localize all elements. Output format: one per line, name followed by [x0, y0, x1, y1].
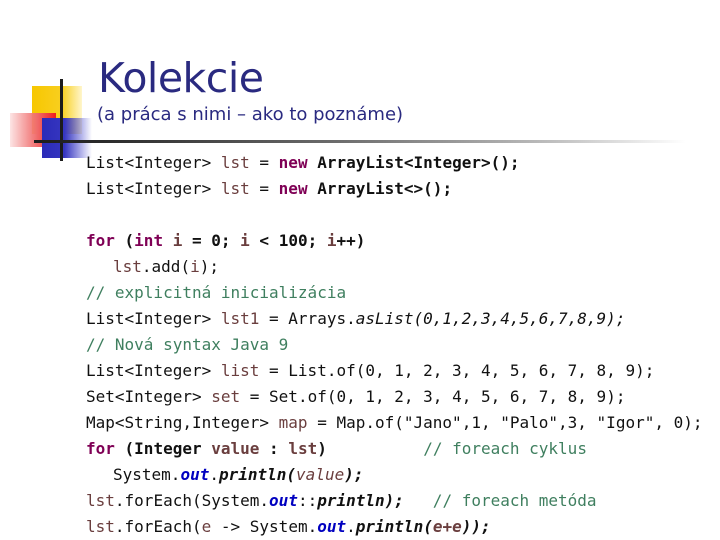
code-token: Set<Integer> — [86, 387, 212, 406]
code-line-2: List<Integer> lst = new ArrayList<>(); — [86, 176, 703, 202]
code-token: println( — [218, 465, 297, 484]
code-token: = Set.of(0, 1, 2, 3, 4, 5, 6, 7, 8, 9); — [240, 387, 626, 406]
code-comment: // foreach metóda — [403, 491, 597, 510]
code-comment: // foreach cyklus — [326, 439, 587, 458]
code-token: ) — [317, 439, 327, 458]
code-token: e — [201, 517, 212, 536]
code-block: List<Integer> lst = new ArrayList<Intege… — [86, 150, 703, 540]
code-token: println( — [355, 517, 433, 536]
code-token: = Map.of("Jano",1, "Palo",3, "Igor", 0); — [307, 413, 703, 432]
code-token: .add( — [141, 257, 191, 276]
code-token: println); — [317, 491, 404, 510]
code-line-13: lst.forEach(System.out::println); // for… — [86, 488, 703, 514]
code-token: ArrayList<>(); — [307, 179, 453, 198]
code-line-5: // explicitná inicializácia — [86, 280, 703, 306]
code-token: ++) — [336, 231, 366, 250]
code-token: int — [134, 231, 164, 250]
code-line-14: lst.forEach(e -> System.out.println(e+e)… — [86, 514, 703, 540]
code-token: lst — [220, 179, 250, 198]
code-token: (Integer — [114, 439, 212, 458]
slide-title: Kolekcie — [98, 54, 264, 102]
code-token: lst — [113, 257, 142, 276]
code-token: out — [269, 491, 298, 510]
code-token: = Arrays. — [259, 309, 356, 328]
code-token: ); — [199, 257, 219, 276]
code-line-4: lst.add(i); — [86, 254, 703, 280]
code-token: .forEach( — [114, 517, 202, 536]
code-token: set — [211, 387, 241, 406]
code-token: System. — [113, 465, 181, 484]
code-token: e+e — [432, 517, 462, 536]
code-token: List<Integer> — [86, 309, 221, 328]
code-token: = 0; — [182, 231, 241, 250]
code-token: new — [278, 179, 308, 198]
code-line-8: List<Integer> list = List.of(0, 1, 2, 3,… — [86, 358, 703, 384]
code-token: ( — [114, 231, 135, 250]
code-token: i — [172, 231, 183, 250]
code-token: :: — [297, 491, 318, 510]
code-line-7: // Nová syntax Java 9 — [86, 332, 703, 358]
code-token: List<Integer> — [86, 153, 221, 172]
code-token: for — [86, 439, 115, 458]
code-token: ); — [344, 465, 364, 484]
code-line-3: for (int i = 0; i < 100; i++) — [86, 228, 703, 254]
code-token: out — [180, 465, 210, 484]
code-token: . — [209, 465, 219, 484]
code-line-6: List<Integer> lst1 = Arrays.asList(0,1,2… — [86, 306, 703, 332]
code-token: = List.of(0, 1, 2, 3, 4, 5, 6, 7, 8, 9); — [259, 361, 655, 380]
code-token: -> System. — [211, 517, 318, 536]
code-token: lst — [288, 439, 318, 458]
code-comment: // Nová syntax Java 9 — [86, 335, 289, 354]
code-token: = — [249, 153, 279, 172]
code-line-10: Map<String,Integer> map = Map.of("Jano",… — [86, 410, 703, 436]
code-token: List<Integer> — [86, 179, 221, 198]
code-token: List<Integer> — [86, 361, 221, 380]
code-token: . — [346, 517, 356, 536]
decor-vertical-line — [60, 79, 63, 161]
slide-subtitle: (a práca s nimi – ako to poznáme) — [97, 104, 404, 125]
code-token: map — [278, 413, 308, 432]
code-token: list — [220, 361, 260, 380]
code-line-9: Set<Integer> set = Set.of(0, 1, 2, 3, 4,… — [86, 384, 703, 410]
code-token: Map<String,Integer> — [86, 413, 279, 432]
code-token: )); — [461, 517, 491, 536]
code-token: lst — [220, 153, 250, 172]
code-line-1: List<Integer> lst = new ArrayList<Intege… — [86, 150, 703, 176]
decor-blue-square — [42, 118, 92, 158]
code-token: new — [278, 153, 308, 172]
code-line-11: for (Integer value : lst) // foreach cyk… — [86, 436, 703, 462]
code-token: lst1 — [220, 309, 260, 328]
code-token: for — [86, 231, 115, 250]
code-token: lst — [86, 491, 115, 510]
title-underline — [34, 140, 720, 143]
code-token: lst — [86, 517, 115, 536]
code-line-12: System.out.println(value); — [86, 462, 703, 488]
code-token: i — [240, 231, 250, 250]
code-token: asList(0,1,2,3,4,5,6,7,8,9); — [355, 309, 626, 328]
code-token: value — [211, 439, 260, 458]
code-token: : — [259, 439, 289, 458]
code-token: i — [326, 231, 337, 250]
code-token: < 100; — [249, 231, 327, 250]
code-token: .forEach(System. — [114, 491, 270, 510]
code-comment: // explicitná inicializácia — [86, 283, 347, 302]
code-token: value — [296, 465, 345, 484]
code-token: i — [190, 257, 200, 276]
code-token: out — [317, 517, 347, 536]
code-token: ArrayList<Integer>(); — [307, 153, 520, 172]
code-token: = — [249, 179, 279, 198]
